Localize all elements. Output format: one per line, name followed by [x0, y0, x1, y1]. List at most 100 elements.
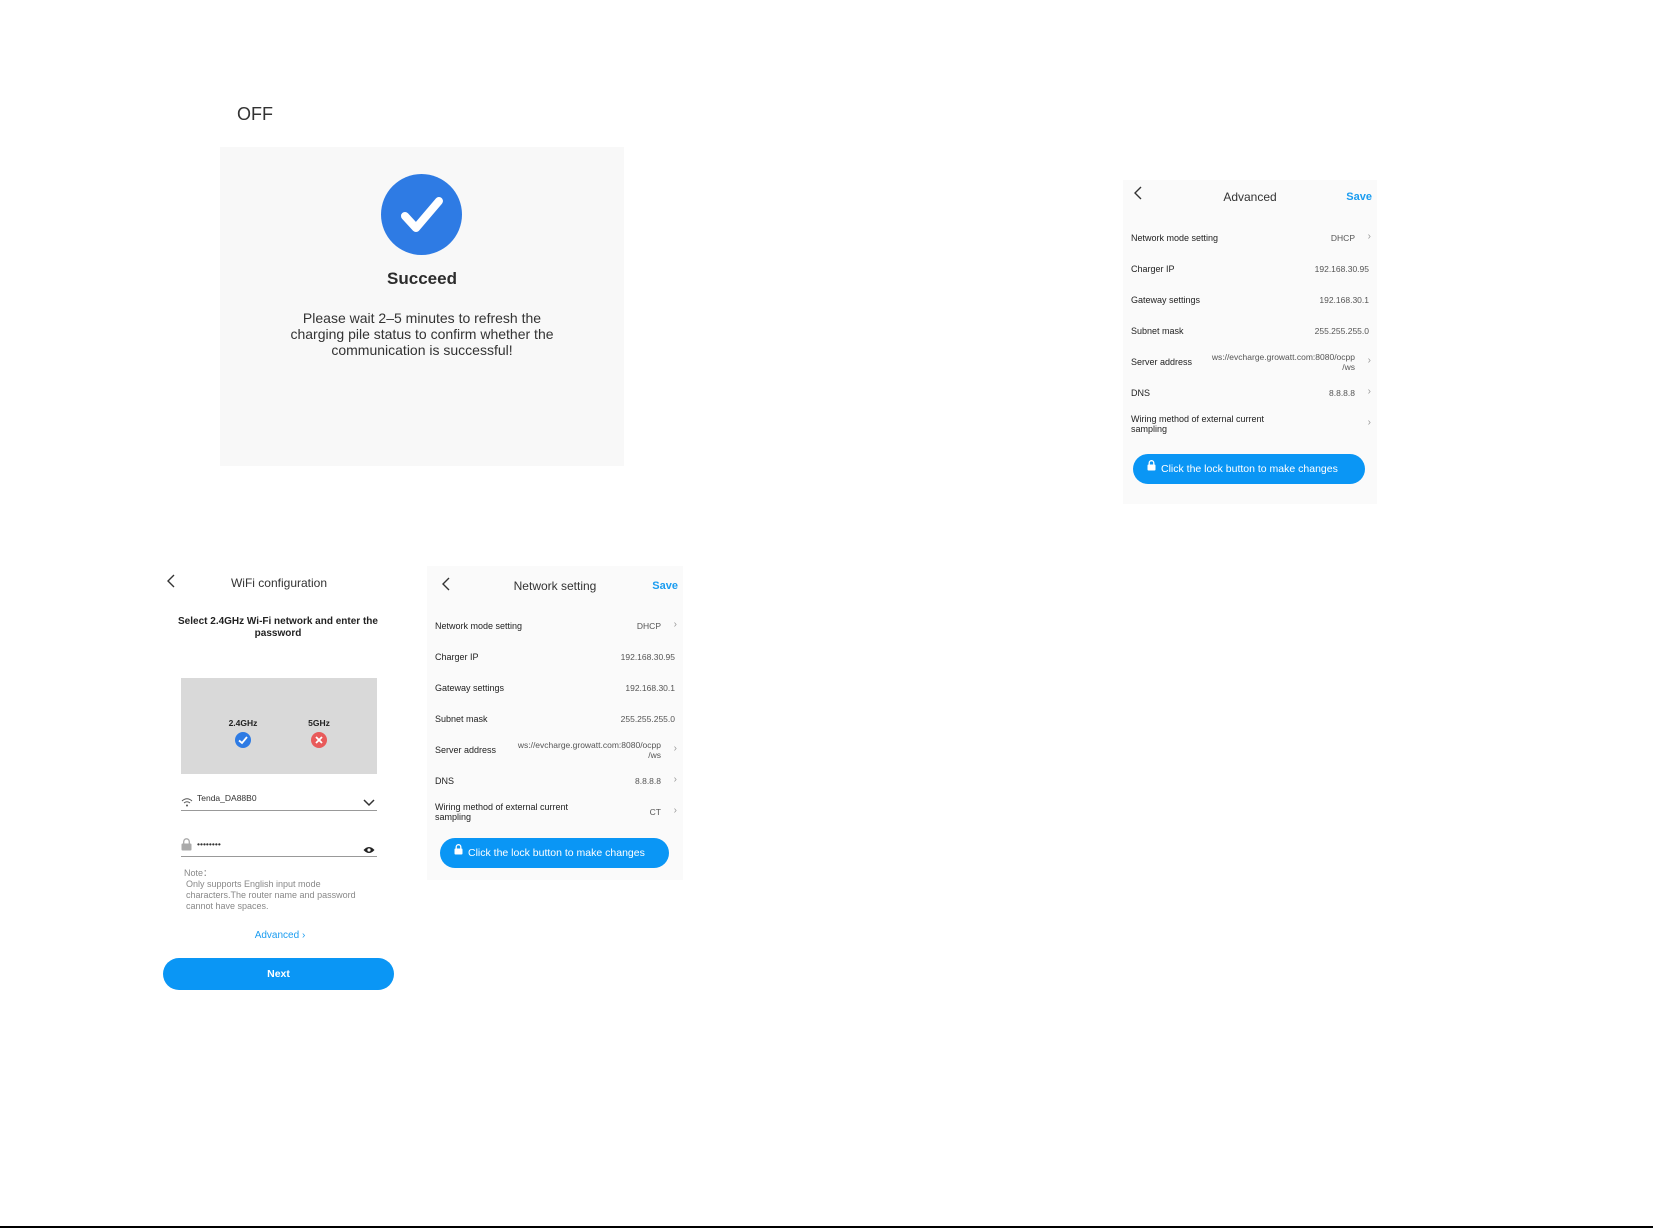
row-network-mode[interactable]: Network mode setting DHCP ›	[427, 613, 683, 644]
row-value: ws://evcharge.growatt.com:8080/ocpp /ws	[518, 740, 661, 760]
row-value: 255.255.255.0	[1314, 326, 1369, 336]
unlock-button-label: Click the lock button to make changes	[1161, 463, 1338, 475]
succeed-message: Please wait 2–5 minutes to refresh the c…	[290, 310, 554, 358]
succeed-title: Succeed	[387, 269, 457, 288]
eye-icon[interactable]	[363, 841, 375, 859]
succeed-card: Succeed Please wait 2–5 minutes to refre…	[220, 147, 624, 466]
row-value: DHCP	[636, 621, 661, 631]
row-label: Gateway settings	[435, 683, 505, 693]
row-gateway: Gateway settings 192.168.30.1	[427, 675, 683, 706]
row-label: Subnet mask	[435, 714, 488, 724]
row-value: 8.8.8.8	[1329, 388, 1355, 398]
chevron-right-icon: ›	[673, 805, 677, 816]
row-value: CT	[649, 807, 661, 817]
band-24-label: 2.4GHz	[228, 718, 258, 728]
success-check-icon	[381, 174, 462, 255]
wifi-config-panel: WiFi configuration Select 2.4GHz Wi-Fi n…	[160, 566, 400, 996]
advanced-link-label: Advanced	[254, 930, 300, 941]
band-5ghz: 5GHz	[299, 718, 339, 748]
row-value: DHCP	[1330, 233, 1355, 243]
unlock-button-label: Click the lock button to make changes	[468, 847, 645, 859]
row-wiring-method[interactable]: Wiring method of external current sampli…	[427, 799, 683, 830]
row-value: ws://evcharge.growatt.com:8080/ocpp /ws	[1212, 352, 1355, 372]
row-label: Charger IP	[435, 652, 479, 662]
row-server-address[interactable]: Server address ws://evcharge.growatt.com…	[1123, 349, 1377, 380]
password-field[interactable]: ••••••••	[181, 836, 377, 857]
row-charger-ip: Charger IP 192.168.30.95	[1123, 256, 1377, 287]
row-label: Charger IP	[1131, 264, 1175, 274]
row-label: Network mode setting	[1131, 233, 1219, 243]
row-value: 192.168.30.95	[1314, 264, 1369, 274]
back-arrow-icon[interactable]	[166, 574, 176, 593]
row-charger-ip: Charger IP 192.168.30.95	[427, 644, 683, 675]
note-text: Note： Only supports English input mode c…	[184, 868, 374, 912]
next-button[interactable]: Next	[163, 958, 394, 990]
row-server-address[interactable]: Server address ws://evcharge.growatt.com…	[427, 737, 683, 768]
chevron-right-icon: ›	[1367, 386, 1371, 397]
label-line2: sampling	[435, 812, 472, 822]
page-title: WiFi configuration	[230, 576, 328, 590]
label-line1: Wiring method of external current	[1131, 414, 1265, 424]
chevron-right-icon: ›	[1367, 417, 1371, 428]
row-gateway: Gateway settings 192.168.30.1	[1123, 287, 1377, 318]
ssid-select[interactable]: Tenda_DA88B0	[181, 790, 377, 811]
row-subnet-mask: Subnet mask 255.255.255.0	[1123, 318, 1377, 349]
advanced-link[interactable]: Advanced ›	[160, 930, 400, 941]
row-value: 255.255.255.0	[620, 714, 675, 724]
chevron-right-icon: ›	[673, 743, 677, 754]
label-line1: Wiring method of external current	[435, 802, 569, 812]
row-value: 8.8.8.8	[635, 776, 661, 786]
band-illustration: 2.4GHz 5GHz	[181, 678, 377, 774]
check-icon	[235, 732, 251, 748]
unlock-button[interactable]: Click the lock button to make changes	[1133, 454, 1365, 484]
note-title: Note：	[184, 868, 213, 878]
server-address-line2: /ws	[648, 750, 661, 760]
lock-icon	[454, 837, 463, 867]
row-label: Server address	[435, 745, 497, 755]
save-button[interactable]: Save	[652, 580, 678, 592]
row-wiring-method[interactable]: Wiring method of external current sampli…	[1123, 411, 1377, 442]
ssid-value: Tenda_DA88B0	[197, 793, 257, 803]
row-dns[interactable]: DNS 8.8.8.8 ›	[427, 768, 683, 799]
row-value: 192.168.30.1	[625, 683, 675, 693]
page-title: Network setting	[513, 579, 597, 593]
wifi-icon	[181, 794, 193, 812]
row-network-mode[interactable]: Network mode setting DHCP ›	[1123, 225, 1377, 256]
row-label: Network mode setting	[435, 621, 523, 631]
unlock-button[interactable]: Click the lock button to make changes	[440, 838, 669, 868]
server-address-line1: ws://evcharge.growatt.com:8080/ocpp	[517, 740, 661, 750]
cross-icon	[311, 732, 327, 748]
password-value: ••••••••	[197, 839, 221, 849]
chevron-right-icon: ›	[673, 619, 677, 630]
server-address-line2: /ws	[1342, 362, 1355, 372]
row-value: 192.168.30.1	[1319, 295, 1369, 305]
chevron-down-icon[interactable]	[363, 794, 375, 812]
off-label: OFF	[237, 104, 273, 124]
server-address-line1: ws://evcharge.growatt.com:8080/ocpp	[1211, 352, 1355, 362]
row-dns[interactable]: DNS 8.8.8.8 ›	[1123, 380, 1377, 411]
row-label: Server address	[1131, 357, 1193, 367]
lock-icon	[181, 838, 192, 856]
band-24ghz: 2.4GHz	[223, 718, 263, 748]
row-label: Subnet mask	[1131, 326, 1184, 336]
row-label: DNS	[1131, 388, 1151, 398]
label-line2: sampling	[1131, 424, 1168, 434]
save-button[interactable]: Save	[1346, 191, 1372, 203]
row-label: Gateway settings	[1131, 295, 1201, 305]
back-arrow-icon[interactable]	[441, 577, 451, 596]
row-label: DNS	[435, 776, 455, 786]
lock-icon	[1147, 453, 1156, 483]
row-label: Wiring method of external current sampli…	[435, 802, 575, 822]
chevron-right-icon: ›	[673, 774, 677, 785]
back-arrow-icon[interactable]	[1133, 186, 1143, 205]
page-title: Advanced	[1223, 190, 1277, 204]
advanced-panel: Advanced Save Network mode setting DHCP …	[1123, 180, 1377, 504]
chevron-right-icon: ›	[1367, 231, 1371, 242]
row-subnet-mask: Subnet mask 255.255.255.0	[427, 706, 683, 737]
wifi-heading: Select 2.4GHz Wi-Fi network and enter th…	[178, 616, 378, 639]
band-5-label: 5GHz	[308, 718, 330, 728]
note-body: Only supports English input mode charact…	[186, 879, 356, 911]
chevron-right-icon: ›	[1367, 355, 1371, 366]
network-setting-panel: Network setting Save Network mode settin…	[427, 566, 683, 880]
row-value: 192.168.30.95	[620, 652, 675, 662]
